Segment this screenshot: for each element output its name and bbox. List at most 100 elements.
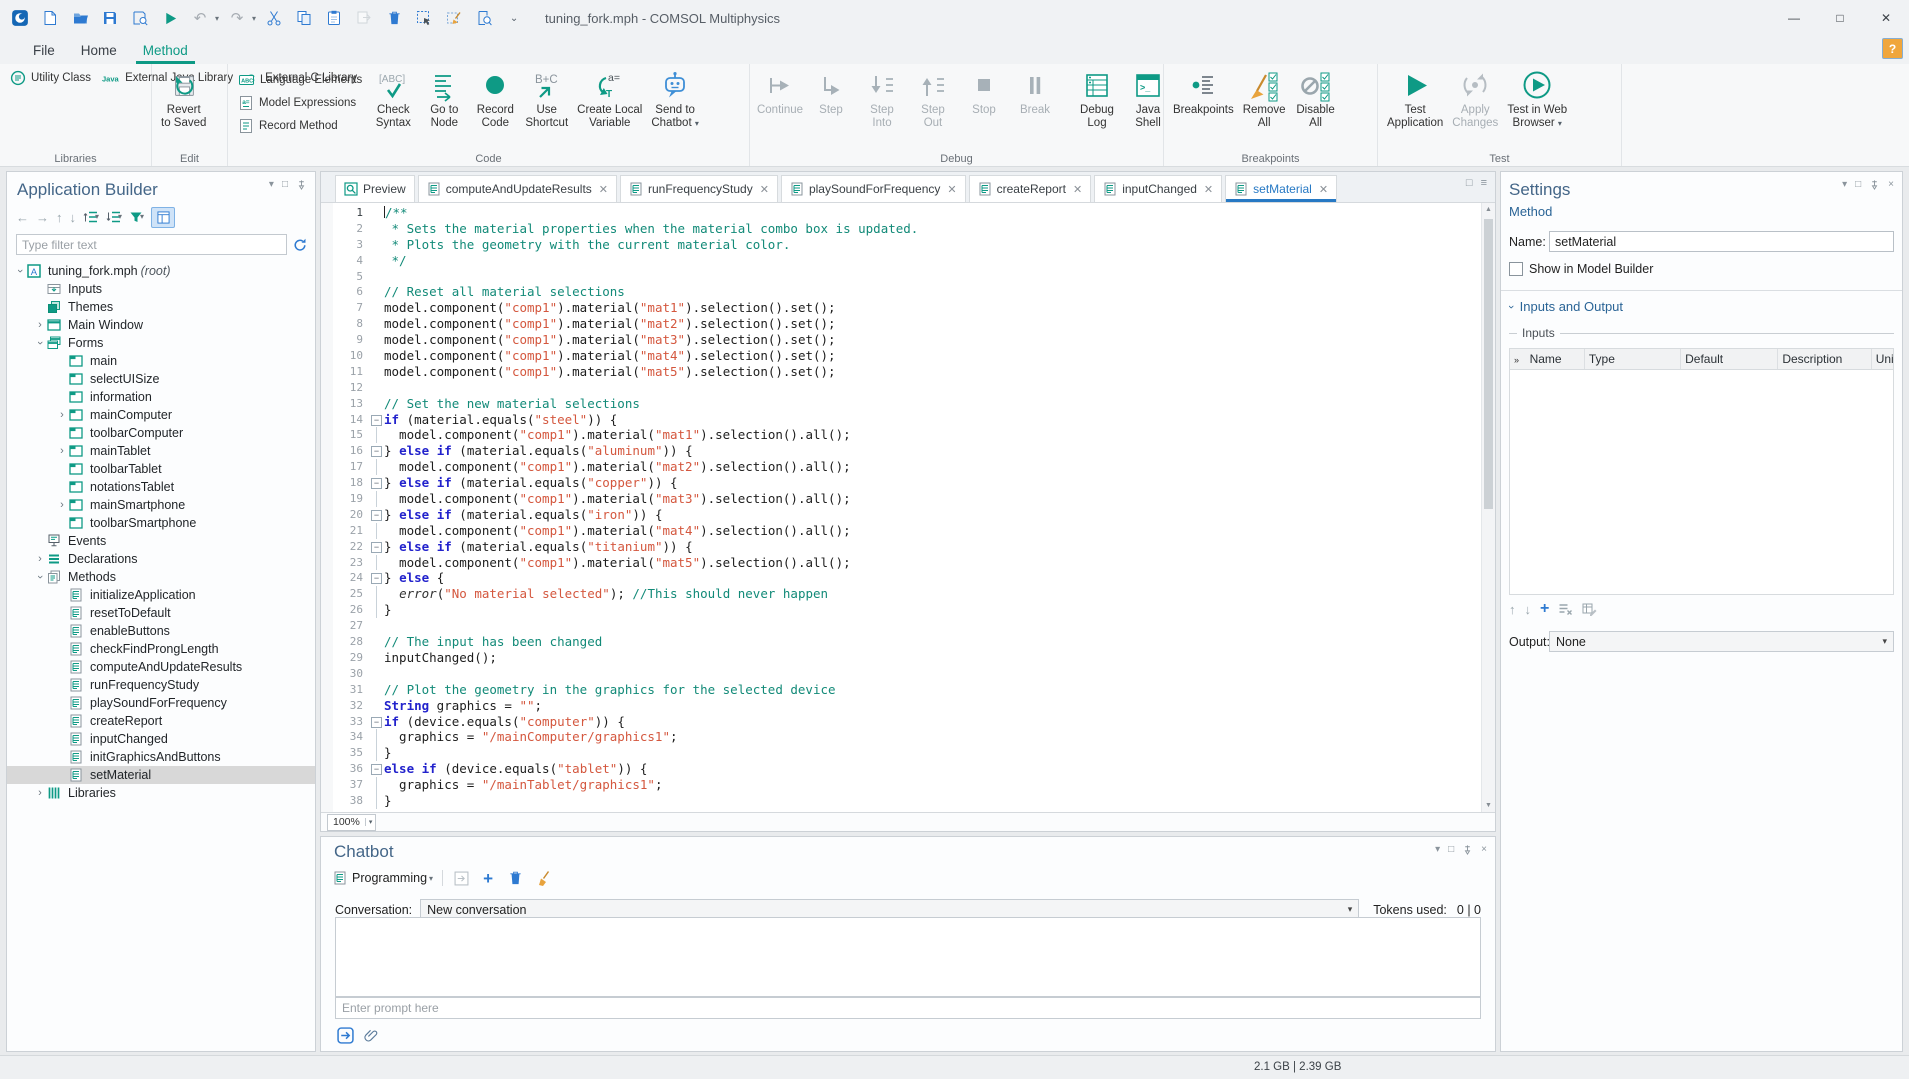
tree-item-playsoundforfrequency[interactable]: playSoundForFrequency <box>7 694 315 712</box>
editor-vertical-scrollbar[interactable]: ▲ ▼ <box>1481 203 1495 812</box>
menu-tab-home[interactable]: Home <box>68 39 130 64</box>
close-tab-icon[interactable]: ✕ <box>1204 183 1213 196</box>
delete-conversation-icon[interactable] <box>506 869 524 887</box>
scroll-down-icon[interactable]: ▼ <box>1482 802 1495 809</box>
tree-item-resettodefault[interactable]: resetToDefault <box>7 604 315 622</box>
ribbon-button-breakpoints[interactable]: Breakpoints <box>1170 67 1237 117</box>
minimize-button[interactable]: — <box>1771 0 1817 36</box>
edit-table-icon[interactable] <box>1582 602 1597 616</box>
tree-item-tuning-fork-mph[interactable]: ›Atuning_fork.mph(root) <box>7 262 315 280</box>
run-icon[interactable] <box>158 6 182 30</box>
close-tab-icon[interactable]: ✕ <box>1073 183 1082 196</box>
ribbon-button-record-method[interactable]: Record Method <box>234 115 366 136</box>
expander-closed-icon[interactable]: › <box>33 553 47 565</box>
tree-item-methods[interactable]: ›Methods <box>7 568 315 586</box>
filter-button[interactable]: ▾ <box>129 210 144 224</box>
ribbon-button-record-code[interactable]: RecordCode <box>471 67 519 130</box>
fold-toggle-icon[interactable]: − <box>371 717 382 728</box>
editor-tab-playsoundforfrequency[interactable]: playSoundForFrequency✕ <box>781 175 966 202</box>
tree-item-main-window[interactable]: ›Main Window <box>7 316 315 334</box>
chevron-down-icon[interactable]: ▾ <box>215 14 219 23</box>
scrollbar-thumb[interactable] <box>1484 219 1493 509</box>
fold-toggle-icon[interactable]: − <box>371 415 382 426</box>
tree-item-computeandupdateresults[interactable]: computeAndUpdateResults <box>7 658 315 676</box>
tree-filter-input[interactable] <box>16 234 287 255</box>
add-input-icon[interactable]: + <box>1540 601 1549 617</box>
expander-closed-icon[interactable]: › <box>55 409 69 421</box>
fold-toggle-icon[interactable]: − <box>371 478 382 489</box>
clear-conversation-icon[interactable] <box>533 869 551 887</box>
pin-icon[interactable] <box>1869 179 1880 190</box>
back-icon[interactable]: ← <box>16 211 29 224</box>
attach-file-icon[interactable] <box>364 1028 378 1044</box>
tree-item-declarations[interactable]: ›Declarations <box>7 550 315 568</box>
editor-tab-preview[interactable]: Preview <box>335 175 415 202</box>
expander-closed-icon[interactable]: › <box>33 787 47 799</box>
float-panel-icon[interactable]: □ <box>282 180 288 190</box>
close-panel-icon[interactable]: × <box>1481 845 1487 855</box>
code-editor[interactable]: 1/**2 * Sets the material properties whe… <box>321 203 1495 812</box>
close-tab-icon[interactable]: ✕ <box>760 183 769 196</box>
panel-menu-icon[interactable]: ▾ <box>1842 180 1847 190</box>
redo-icon[interactable]: ↷ <box>225 6 249 30</box>
move-down-icon[interactable]: ↓ <box>1525 603 1532 616</box>
expand-all-button[interactable]: ▾ <box>106 210 122 224</box>
menu-tab-file[interactable]: File <box>20 39 68 64</box>
forward-icon[interactable]: → <box>36 211 49 224</box>
close-button[interactable]: ✕ <box>1863 0 1909 36</box>
tree-item-main[interactable]: main <box>7 352 315 370</box>
expander-closed-icon[interactable]: › <box>55 499 69 511</box>
move-up-icon[interactable]: ↑ <box>1509 603 1516 616</box>
tree-item-enablebuttons[interactable]: enableButtons <box>7 622 315 640</box>
inputs-and-output-section[interactable]: › Inputs and Output <box>1501 290 1902 314</box>
chevron-down-icon[interactable]: ▾ <box>252 14 256 23</box>
editor-tab-inputchanged[interactable]: inputChanged✕ <box>1094 175 1222 202</box>
expander-open-icon[interactable]: › <box>34 570 46 584</box>
new-file-icon[interactable] <box>38 6 62 30</box>
editor-zoom-control[interactable]: 100% ▾ <box>327 814 376 831</box>
tree-item-notationstablet[interactable]: notationsTablet <box>7 478 315 496</box>
undo-icon[interactable]: ↶ <box>188 6 212 30</box>
close-tab-icon[interactable]: ✕ <box>947 183 956 196</box>
ribbon-button-disable-all[interactable]: DisableAll <box>1292 67 1340 130</box>
collapse-all-button[interactable]: ▾ <box>83 210 99 224</box>
chatbot-mode-button[interactable]: Programming ▾ <box>333 871 433 885</box>
ribbon-button-test-application[interactable]: TestApplication <box>1384 67 1446 130</box>
show-in-model-builder-checkbox[interactable] <box>1509 262 1523 276</box>
float-panel-icon[interactable]: □ <box>1448 845 1454 855</box>
panel-menu-icon[interactable]: ▾ <box>1435 845 1440 855</box>
open-icon[interactable] <box>68 6 92 30</box>
ribbon-button-utility-class[interactable]: Utility Class <box>6 67 95 88</box>
close-panel-icon[interactable]: × <box>1888 180 1894 190</box>
copy-icon[interactable] <box>292 6 316 30</box>
help-button[interactable]: ? <box>1882 38 1903 59</box>
more-commands-icon[interactable]: ⌄ <box>502 6 526 30</box>
scroll-up-icon[interactable]: ▲ <box>1482 206 1495 213</box>
ribbon-button-use-shortcut[interactable]: B+CUseShortcut <box>522 67 571 130</box>
ribbon-button-remove-all[interactable]: RemoveAll <box>1240 67 1289 130</box>
maximize-editor-icon[interactable]: □ <box>1466 178 1473 189</box>
pin-icon[interactable] <box>1462 844 1473 855</box>
paste-icon[interactable] <box>322 6 346 30</box>
ribbon-button-revert-to-saved[interactable]: Revertto Saved <box>158 67 209 130</box>
move-down-icon[interactable]: ↓ <box>70 211 77 224</box>
find-icon[interactable] <box>472 6 496 30</box>
editor-tab-menu-icon[interactable]: ≡ <box>1481 178 1487 189</box>
ribbon-button-go-to-node[interactable]: Go toNode <box>420 67 468 130</box>
expander-closed-icon[interactable]: › <box>55 445 69 457</box>
close-tab-icon[interactable]: ✕ <box>599 183 608 196</box>
ribbon-button-send-to-chatbot[interactable]: Send toChatbot ▾ <box>648 67 702 130</box>
code-lines[interactable]: 1/**2 * Sets the material properties whe… <box>333 205 1482 809</box>
maximize-button[interactable]: □ <box>1817 0 1863 36</box>
editor-tab-computeandupdateresults[interactable]: computeAndUpdateResults✕ <box>418 175 617 202</box>
breakpoint-margin[interactable] <box>321 203 333 812</box>
cut-icon[interactable] <box>262 6 286 30</box>
tree-item-initializeapplication[interactable]: initializeApplication <box>7 586 315 604</box>
pin-icon[interactable] <box>296 179 307 190</box>
ribbon-button-debug-log[interactable]: DebugLog <box>1073 67 1121 130</box>
tree-item-setmaterial[interactable]: setMaterial <box>7 766 315 784</box>
tree-item-inputs[interactable]: Inputs <box>7 280 315 298</box>
ribbon-button-check-syntax[interactable]: [ABC]CheckSyntax <box>369 67 417 130</box>
expander-closed-icon[interactable]: › <box>33 319 47 331</box>
tree-item-toolbarsmartphone[interactable]: toolbarSmartphone <box>7 514 315 532</box>
